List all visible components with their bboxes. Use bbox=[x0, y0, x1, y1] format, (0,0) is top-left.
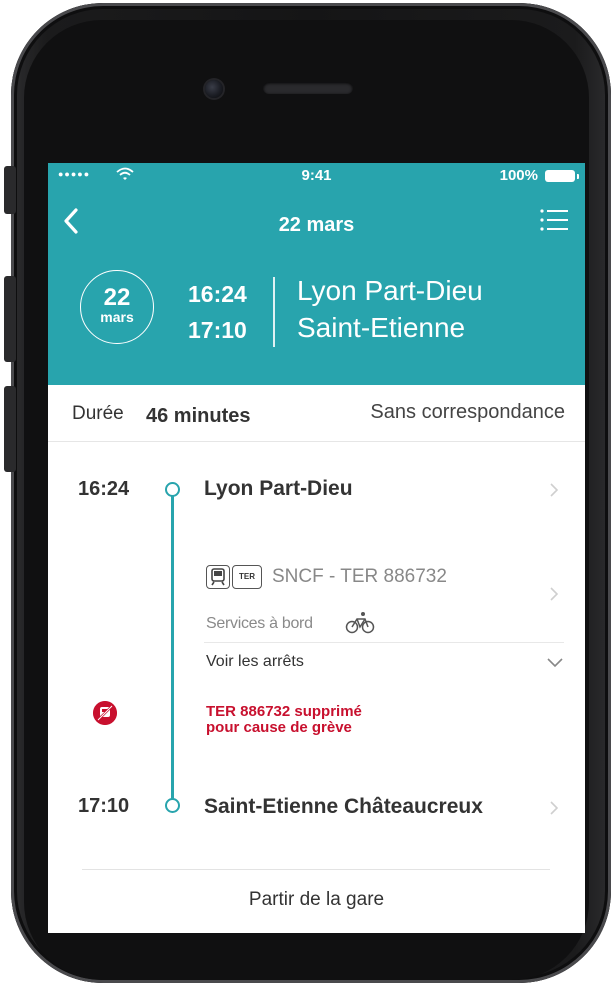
arrival-time: 17:10 bbox=[188, 317, 247, 343]
stop-time-departure: 16:24 bbox=[78, 478, 130, 500]
services-divider bbox=[204, 642, 564, 643]
duration-value: 46 minutes bbox=[146, 405, 251, 427]
ter-badge: TER bbox=[232, 565, 262, 589]
alert-line-2: pour cause de grève bbox=[206, 719, 352, 736]
departure-time: 16:24 bbox=[188, 281, 247, 307]
chevron-right-icon[interactable] bbox=[549, 483, 559, 497]
status-bar: ●●●●● 9:41 100% bbox=[48, 163, 585, 189]
speaker-grille bbox=[263, 82, 353, 94]
chevron-right-icon[interactable] bbox=[549, 587, 559, 601]
footer-divider bbox=[82, 869, 550, 870]
battery-icon bbox=[545, 170, 579, 182]
duration-label: Durée bbox=[72, 403, 124, 424]
strike-cancelled-icon bbox=[93, 701, 117, 725]
date-month: mars bbox=[100, 309, 134, 325]
train-operator[interactable]: SNCF - TER 886732 bbox=[272, 566, 447, 588]
date-badge: 22 mars bbox=[80, 270, 154, 344]
cancellation-alert: TER 886732 supprimé pour cause de grève bbox=[206, 704, 362, 736]
list-menu-icon[interactable] bbox=[539, 207, 569, 233]
departure-node bbox=[165, 482, 180, 497]
stop-name-arrival[interactable]: Saint-Etienne Châteaucreux bbox=[204, 795, 483, 819]
page-title: 22 mars bbox=[278, 214, 355, 236]
summary-divider bbox=[48, 441, 585, 442]
volume-down-button bbox=[4, 386, 16, 472]
battery-percent: 100% bbox=[499, 167, 538, 184]
bicycle-icon bbox=[345, 612, 375, 634]
trip-header: 22 mars 22 mars 16:24 17:10 Lyon Part-Di… bbox=[48, 189, 585, 385]
chevron-right-icon[interactable] bbox=[549, 801, 559, 815]
volume-up-button bbox=[4, 276, 16, 362]
date-day: 22 bbox=[103, 284, 131, 311]
chevron-down-icon[interactable] bbox=[547, 658, 563, 668]
screen: ●●●●● 9:41 100% 22 mars 22 mars 16:24 17… bbox=[48, 163, 585, 933]
stop-name-departure[interactable]: Lyon Part-Dieu bbox=[204, 477, 353, 501]
train-icon bbox=[206, 565, 230, 589]
timeline-line bbox=[171, 494, 174, 800]
trip-summary: Durée 46 minutes Sans correspondance bbox=[72, 401, 565, 441]
services-label: Services à bord bbox=[206, 615, 313, 632]
hero-divider bbox=[273, 277, 275, 347]
arrival-station: Saint-Etienne bbox=[297, 312, 466, 343]
camera-icon bbox=[205, 80, 223, 98]
silent-switch bbox=[4, 166, 16, 214]
departure-station: Lyon Part-Dieu bbox=[297, 275, 483, 306]
alert-line-1: TER 886732 supprimé bbox=[206, 703, 362, 720]
view-stops-link[interactable]: Voir les arrêts bbox=[206, 653, 304, 671]
arrival-node bbox=[165, 798, 180, 813]
correspondance-text: Sans correspondance bbox=[370, 401, 565, 423]
stop-time-arrival: 17:10 bbox=[78, 795, 130, 817]
depart-from-station-button[interactable]: Partir de la gare bbox=[48, 889, 585, 911]
